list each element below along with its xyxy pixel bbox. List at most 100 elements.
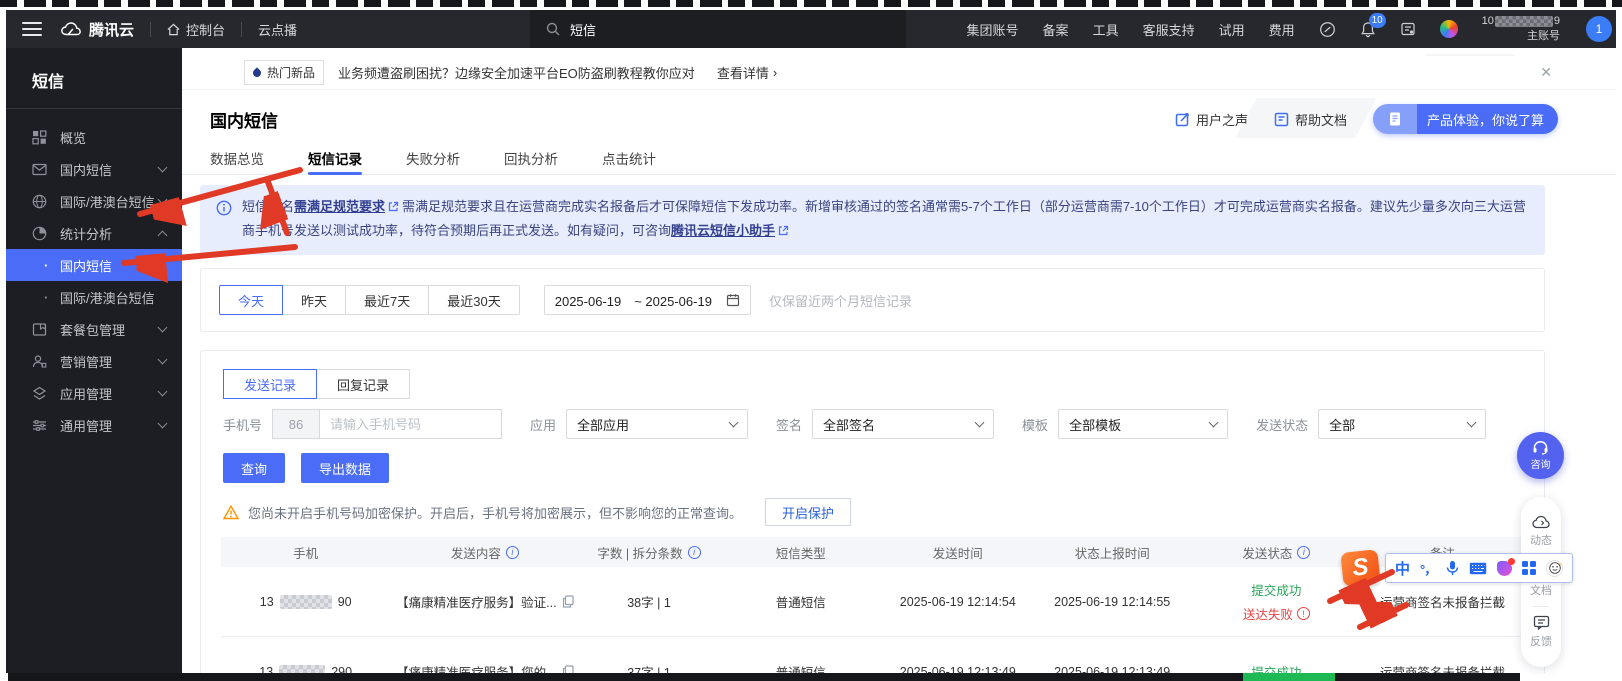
enable-protection-button[interactable]: 开启保护 (765, 498, 851, 526)
ime-chinese-mode-icon[interactable]: 中 (1395, 558, 1410, 579)
ime-menu-grid-icon[interactable] (1522, 561, 1536, 575)
product-experience-button[interactable]: 产品体验，你说了算 (1373, 104, 1558, 134)
preset-yesterday-button[interactable]: 昨天 (282, 285, 346, 315)
preset-last30days-button[interactable]: 最近30天 (428, 285, 519, 315)
sidebar-subitem-intl-sms[interactable]: · 国际/港澳台短信 (6, 281, 182, 313)
page-title: 国内短信 (210, 107, 278, 132)
tab-click-stats[interactable]: 点击统计 (602, 142, 656, 174)
signature-select[interactable]: 全部签名 (812, 409, 994, 439)
tab-data-overview[interactable]: 数据总览 (210, 142, 264, 174)
action-buttons: 查询 导出数据 (223, 453, 389, 483)
account-role: 主账号 (1482, 29, 1560, 44)
tab-failure-analysis[interactable]: 失败分析 (406, 142, 460, 174)
banner-detail-link[interactable]: 查看详情 › (717, 63, 777, 82)
sidebar-item-domestic-sms[interactable]: 国内短信 (6, 153, 182, 185)
preset-last7days-button[interactable]: 最近7天 (345, 285, 429, 315)
date-filter-card: 今天 昨天 最近7天 最近30天 2025-06-19 ~ 2025-06-19… (200, 268, 1545, 332)
tab-sms-records[interactable]: 短信记录 (308, 142, 362, 174)
search-icon (546, 22, 560, 36)
preset-today-button[interactable]: 今天 (219, 285, 283, 315)
app-select[interactable]: 全部应用 (566, 409, 748, 439)
send-records-tab[interactable]: 发送记录 (223, 369, 317, 399)
order-doc-icon[interactable] (1400, 21, 1416, 37)
emoji-face-icon[interactable] (1546, 560, 1563, 577)
encryption-warning: 您尚未开启手机号码加密保护。开启后，手机号将加密展示，但不影响您的正常查询。 开… (223, 498, 851, 526)
sidebar-item-statistics[interactable]: 统计分析 (6, 217, 182, 249)
search-input[interactable] (570, 22, 790, 37)
ime-punctuation-icon[interactable]: °， (1420, 559, 1436, 578)
chevron-down-icon (729, 418, 739, 428)
sidebar-subitem-domestic-sms-active[interactable]: · 国内短信 (6, 249, 182, 281)
home-icon (167, 23, 180, 36)
query-button[interactable]: 查询 (223, 453, 285, 483)
product-link-vod[interactable]: 云点播 (258, 20, 297, 39)
template-select[interactable]: 全部模板 (1058, 409, 1228, 439)
pinwheel-colorful-icon[interactable] (1440, 20, 1458, 38)
info-icon[interactable] (506, 546, 519, 559)
menu-trial[interactable]: 试用 (1219, 20, 1245, 39)
menu-group-account[interactable]: 集团账号 (967, 20, 1019, 39)
cell-content: 【痛康精准医疗服务】验证... (390, 592, 579, 611)
sidebar-item-app-mgmt[interactable]: 应用管理 (6, 377, 182, 409)
external-link-icon (388, 197, 399, 220)
copy-icon[interactable] (562, 595, 574, 608)
tab-receipt-analysis[interactable]: 回执分析 (504, 142, 558, 174)
tencent-cloud-logo[interactable]: 腾讯云 (60, 19, 134, 40)
sidebar-item-package-mgmt[interactable]: 套餐包管理 (6, 313, 182, 345)
status-delivery-failed: 送达失败 (1243, 604, 1310, 623)
status-submitted: 提交成功 (1251, 580, 1301, 599)
reply-records-tab[interactable]: 回复记录 (316, 369, 410, 399)
notification-bell-icon[interactable]: 10 (1360, 21, 1376, 38)
menu-billing[interactable]: 费用 (1269, 20, 1295, 39)
avatar[interactable]: 1 (1586, 16, 1612, 42)
records-table: 手机 发送内容 字数 | 拆分条数 短信类型 发送时间 状态上报时间 发送状态 … (221, 537, 1524, 673)
console-link[interactable]: 控制台 (167, 20, 225, 39)
spec-requirement-link[interactable]: 需满足规范要求 (294, 199, 385, 214)
send-status-select[interactable]: 全部 (1318, 409, 1486, 439)
phone-input[interactable] (320, 409, 502, 439)
global-search[interactable] (530, 10, 906, 48)
notice-text: 短信签名需满足规范要求需满足规范要求且在运营商完成实名报备后才可保障短信下发成功… (242, 196, 1529, 244)
ticket-circle-icon[interactable] (1319, 21, 1336, 38)
cell-content: 【痛康精准医疗服务】您的... (390, 662, 579, 673)
info-icon[interactable] (688, 546, 701, 559)
banner-close-icon[interactable]: ✕ (1540, 64, 1552, 81)
microphone-icon[interactable] (1446, 560, 1459, 576)
skin-paint-icon[interactable] (1497, 561, 1512, 576)
hamburger-menu-icon[interactable] (22, 22, 42, 36)
date-range-picker[interactable]: 2025-06-19 ~ 2025-06-19 (544, 285, 751, 315)
error-circle-icon[interactable] (1297, 607, 1310, 620)
chevron-down-icon (975, 418, 985, 428)
sidebar-item-general-mgmt[interactable]: 通用管理 (6, 409, 182, 441)
headset-icon (1532, 440, 1549, 455)
consult-float-button[interactable]: 咨询 (1517, 432, 1564, 479)
menu-tools[interactable]: 工具 (1093, 20, 1119, 39)
export-data-button[interactable]: 导出数据 (301, 453, 389, 483)
sidebar-item-overview[interactable]: 概览 (6, 121, 182, 153)
menu-icp[interactable]: 备案 (1043, 20, 1069, 39)
keyboard-icon[interactable] (1469, 562, 1487, 575)
sms-assistant-link[interactable]: 腾讯云短信小助手 (671, 223, 775, 238)
cell-remark: 运营商签名未报备拦截 (1361, 592, 1524, 611)
help-doc-link[interactable]: 帮助文档 (1274, 110, 1347, 129)
cell-phone: 1390 (221, 595, 390, 609)
cell-send-time: 2025-06-19 12:13:49 (883, 665, 1033, 674)
info-icon[interactable] (1297, 546, 1310, 559)
chevron-right-icon: › (773, 65, 777, 80)
phone-redacted (279, 665, 325, 674)
chevron-down-icon (1467, 418, 1477, 428)
user-voice-link[interactable]: 用户之声 (1175, 110, 1248, 129)
cell-send-time: 2025-06-19 12:14:54 (883, 595, 1033, 609)
divider (6, 108, 182, 109)
ime-icon-bar: 中 °， (1385, 553, 1573, 583)
menu-support[interactable]: 客服支持 (1143, 20, 1195, 39)
dock-item-updates[interactable]: 动态 (1521, 507, 1561, 556)
chevron-down-icon (158, 387, 168, 397)
sidebar-item-marketing-mgmt[interactable]: 营销管理 (6, 345, 182, 377)
dock-item-feedback[interactable]: 反馈 (1521, 607, 1561, 657)
sogou-logo-icon[interactable]: S (1340, 549, 1380, 587)
copy-icon[interactable] (562, 665, 574, 673)
page-tabs: 数据总览 短信记录 失败分析 回执分析 点击统计 (182, 142, 1616, 175)
account-info[interactable]: 109 主账号 (1482, 14, 1560, 44)
sidebar-item-intl-sms[interactable]: 国际/港澳台短信 (6, 185, 182, 217)
